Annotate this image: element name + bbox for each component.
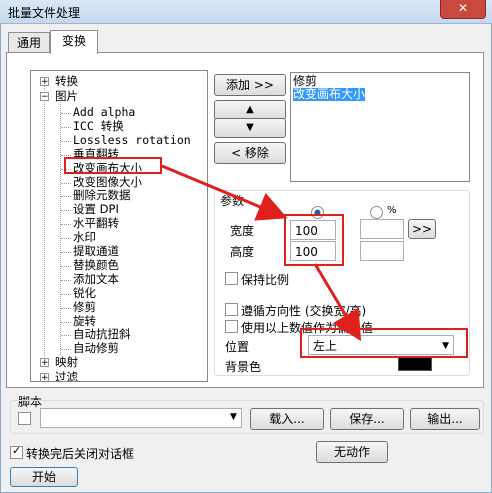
tree-connector (61, 154, 71, 156)
tree-node-child[interactable]: Add alpha (73, 106, 135, 119)
follow-direction-checkbox[interactable] (225, 303, 238, 316)
close-dialog-label: 转换完后关闭对话框 (26, 447, 135, 461)
tree-node-child[interactable]: 提取通道 (73, 245, 119, 258)
list-item-selected[interactable]: 改变画布大小 (293, 88, 366, 101)
tree-node-child[interactable]: 旋转 (73, 314, 96, 328)
transform-tree[interactable]: + 转换 − 图片 Add alpha ICC 转换 Lossless rotati… (30, 70, 208, 382)
close-dialog-checkbox[interactable]: ✓ (10, 444, 23, 459)
tree-node-child[interactable]: 改变图像大小 (73, 175, 142, 189)
params-title: 参数 (220, 194, 245, 208)
tree-node-child[interactable]: 添加文本 (73, 272, 119, 286)
tree-node-child[interactable]: 水平翻转 (73, 217, 119, 230)
keep-ratio-checkbox[interactable] (225, 272, 238, 285)
script-checkbox[interactable] (18, 412, 31, 425)
tree-connector (61, 210, 71, 212)
width-label: 宽度 (230, 224, 255, 238)
tree-connector (61, 126, 71, 128)
save-button[interactable]: 保存... (330, 408, 404, 430)
use-offset-checkbox[interactable] (225, 320, 238, 333)
title-bar: 批量文件处理 (0, 0, 492, 24)
tree-connector (61, 113, 71, 114)
percent-label: % (387, 205, 397, 216)
move-up-button[interactable]: ▲ (214, 100, 286, 120)
tree-node-child[interactable]: 替换颜色 (73, 258, 119, 272)
script-select[interactable] (40, 408, 242, 428)
expand-filter-icon[interactable]: + (40, 373, 49, 381)
tree-node-child[interactable]: 修剪 (73, 300, 96, 314)
collapse-image-icon[interactable]: − (40, 92, 49, 102)
tree-connector (61, 307, 71, 309)
background-label: 背景色 (225, 360, 262, 374)
window-title: 批量文件处理 (8, 6, 81, 20)
tree-connector (61, 182, 71, 184)
tree-node-child[interactable]: 自动修剪 (73, 342, 119, 355)
height-label: 高度 (230, 245, 255, 259)
tree-connector (61, 265, 71, 267)
close-button[interactable]: ✕ (440, 0, 486, 19)
tree-connector (61, 335, 71, 337)
tree-node-child[interactable]: ICC 转换 (73, 119, 124, 133)
tree-connector (61, 238, 71, 240)
tree-node-child[interactable]: 水印 (73, 231, 96, 244)
background-color-swatch[interactable] (398, 357, 432, 371)
expand-map-icon[interactable]: + (40, 358, 49, 368)
remove-button[interactable]: < 移除 (214, 142, 286, 164)
follow-direction-label: 遵循方向性 (交换宽/高) (241, 304, 367, 318)
operations-list[interactable]: 修剪 改变画布大小 (290, 72, 470, 182)
tree-node-child[interactable]: 锐化 (73, 286, 96, 300)
tree-node-child[interactable]: 设置 DPI (73, 203, 119, 216)
percent-apply-button[interactable]: >> (408, 219, 436, 239)
checkmark-icon: ✓ (12, 444, 22, 457)
load-button[interactable]: 载入... (250, 408, 324, 430)
tree-connector (61, 279, 71, 281)
tree-node-child[interactable]: Lossless rotation (73, 133, 191, 147)
tree-connector (61, 349, 71, 351)
annotation-box-position (300, 328, 468, 358)
tree-node-child[interactable]: 自动抗扭斜 (73, 328, 131, 341)
tree-connector (61, 224, 71, 226)
tree-node-convert[interactable]: 转换 (55, 75, 78, 88)
script-dropdown-arrow-icon: ▼ (230, 412, 237, 422)
tab-transform[interactable]: 变换 (50, 30, 98, 54)
annotation-box-size (284, 214, 344, 266)
tree-node-map[interactable]: 映射 (55, 356, 78, 369)
tree-connector (61, 321, 71, 323)
tab-general[interactable]: 通用 (8, 32, 50, 54)
start-button[interactable]: 开始 (10, 467, 78, 487)
expand-convert-icon[interactable]: + (40, 77, 49, 87)
percent-radio[interactable] (370, 206, 383, 219)
annotation-box-tree (64, 157, 162, 174)
move-down-button[interactable]: ▼ (214, 118, 286, 138)
tree-node-child[interactable]: 删除元数据 (73, 189, 131, 202)
output-button[interactable]: 输出... (410, 408, 480, 430)
width-percent-field[interactable] (360, 219, 404, 239)
tree-connector (61, 140, 71, 142)
tree-connector (61, 252, 71, 253)
no-action-button[interactable]: 无动作 (316, 441, 388, 463)
tree-connector (61, 196, 71, 198)
tree-connector (61, 293, 71, 295)
position-label: 位置 (225, 340, 250, 354)
add-button[interactable]: 添加 >> (214, 74, 286, 96)
height-percent-field[interactable] (360, 241, 404, 261)
keep-ratio-label: 保持比例 (241, 273, 290, 287)
tree-node-filter[interactable]: 过滤 (55, 371, 78, 382)
tree-node-image[interactable]: 图片 (55, 90, 78, 103)
